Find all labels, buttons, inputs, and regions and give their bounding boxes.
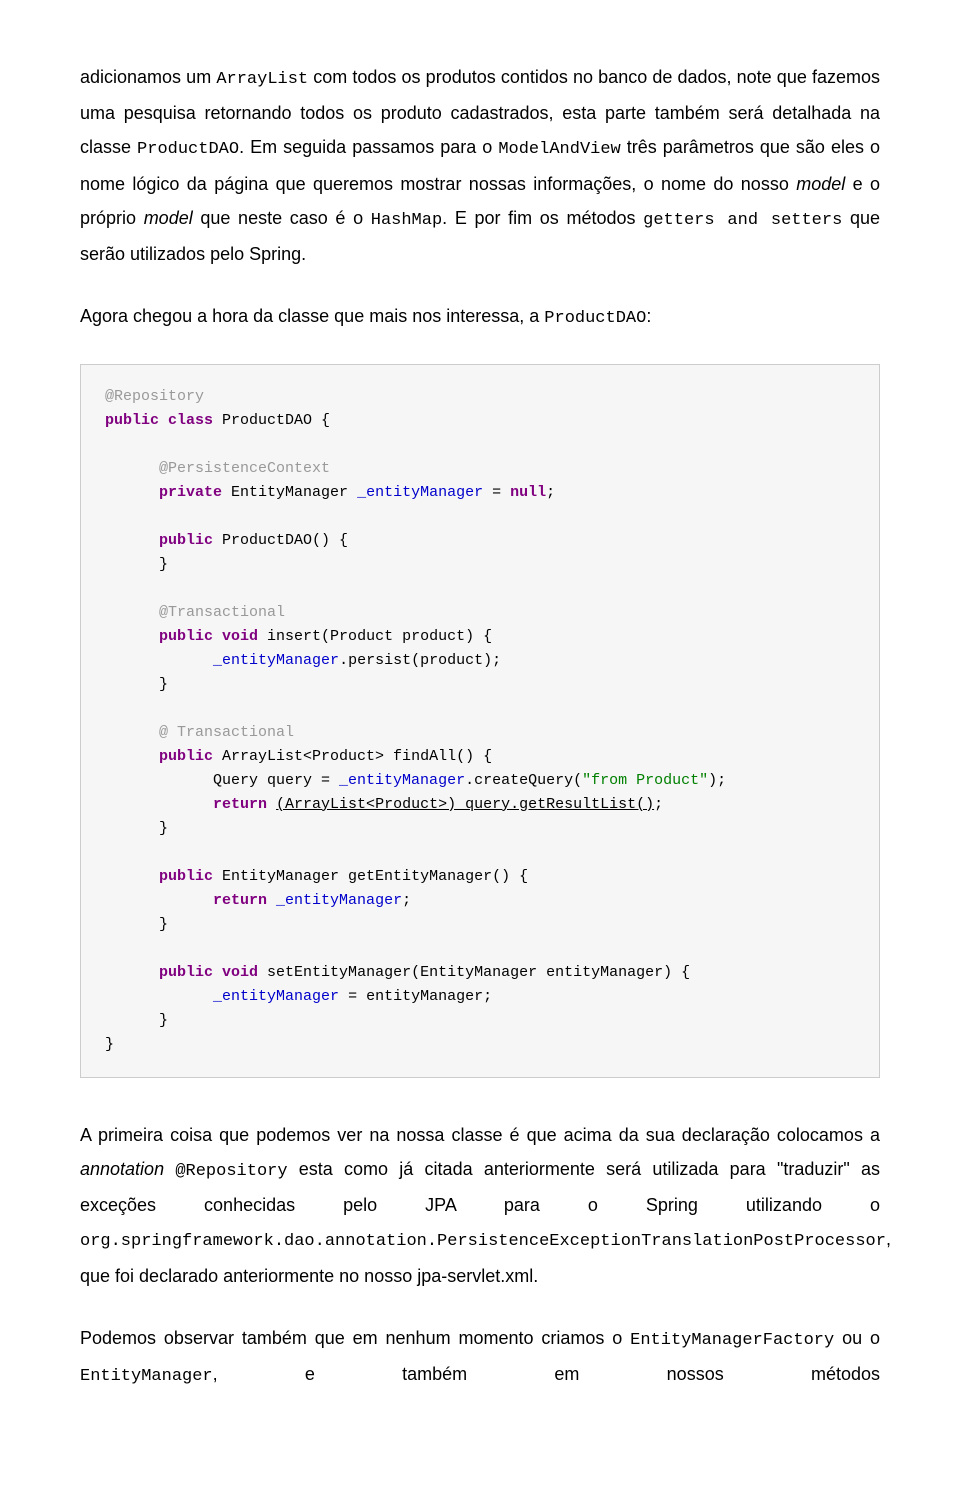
code-inline: HashMap: [371, 211, 442, 230]
code-field: _entityManager: [339, 772, 465, 789]
text: Podemos observar também que em nenhum mo…: [80, 1328, 630, 1348]
code-keyword: public: [105, 748, 213, 765]
code-text: }: [105, 1036, 114, 1053]
code-text: .createQuery(: [465, 772, 582, 789]
text: . E por fim os métodos: [442, 208, 643, 228]
code-text: setEntityManager(EntityManager entityMan…: [258, 964, 690, 981]
paragraph-2: Agora chegou a hora da classe que mais n…: [80, 299, 880, 335]
code-inline: EntityManager: [80, 1367, 213, 1386]
code-inline: getters and setters: [643, 211, 842, 230]
code-text: insert(Product product) {: [258, 628, 492, 645]
code-underlined: (ArrayList<Product>) query.getResultList…: [276, 796, 654, 813]
text: . Em seguida passamos para o: [239, 137, 498, 157]
code-annotation: @PersistenceContext: [105, 460, 330, 477]
code-text: [267, 796, 276, 813]
text: Agora chegou a hora da classe que mais n…: [80, 306, 544, 326]
code-text: );: [708, 772, 726, 789]
code-field: _entityManager: [276, 892, 402, 909]
code-annotation: @Repository: [105, 388, 204, 405]
code-keyword: private: [105, 484, 222, 501]
code-string: "from Product": [582, 772, 708, 789]
text: A primeira coisa que podemos ver na noss…: [80, 1125, 880, 1145]
text: ou o: [834, 1328, 880, 1348]
code-keyword: void: [213, 964, 258, 981]
code-keyword: public: [105, 964, 213, 981]
code-keyword: null: [510, 484, 546, 501]
code-text: [105, 988, 213, 1005]
code-field: _entityManager: [357, 484, 483, 501]
code-keyword: return: [105, 892, 267, 909]
code-inline: org.springframework.dao.annotation.Persi…: [80, 1232, 886, 1251]
code-text: }: [105, 1012, 168, 1029]
code-block-productdao: @Repository public class ProductDAO { @P…: [80, 364, 880, 1078]
italic-text: model: [144, 208, 193, 228]
code-keyword: public: [105, 532, 213, 549]
code-inline: EntityManagerFactory: [630, 1331, 834, 1350]
code-text: EntityManager: [222, 484, 357, 501]
text: que neste caso é o: [193, 208, 371, 228]
italic-text: annotation: [80, 1159, 164, 1179]
code-text: }: [105, 556, 168, 573]
code-keyword: return: [105, 796, 267, 813]
code-text: .persist(product);: [339, 652, 501, 669]
code-text: ;: [654, 796, 663, 813]
paragraph-1: adicionamos um ArrayList com todos os pr…: [80, 60, 880, 271]
code-annotation: @ Transactional: [105, 724, 294, 741]
code-keyword: class: [159, 412, 213, 429]
code-text: ;: [546, 484, 555, 501]
code-keyword: public: [105, 412, 159, 429]
code-keyword: void: [213, 628, 258, 645]
paragraph-4: Podemos observar também que em nenhum mo…: [80, 1321, 880, 1394]
code-text: ;: [402, 892, 411, 909]
code-keyword: public: [105, 868, 213, 885]
code-keyword: public: [105, 628, 213, 645]
code-field: _entityManager: [213, 652, 339, 669]
code-text: }: [105, 676, 168, 693]
code-inline: @Repository: [175, 1162, 287, 1181]
code-text: Query query =: [105, 772, 339, 789]
text: adicionamos um: [80, 67, 216, 87]
code-text: EntityManager getEntityManager() {: [213, 868, 528, 885]
italic-text: model: [796, 174, 845, 194]
code-text: = entityManager;: [339, 988, 492, 1005]
code-text: ProductDAO {: [213, 412, 330, 429]
text: , e também em nossos métodos: [213, 1364, 880, 1384]
code-text: [105, 652, 213, 669]
code-text: =: [483, 484, 510, 501]
code-inline: ProductDAO: [137, 140, 239, 159]
code-field: _entityManager: [213, 988, 339, 1005]
code-inline: ProductDAO: [544, 309, 646, 328]
text: :: [646, 306, 651, 326]
code-inline: ModelAndView: [498, 140, 620, 159]
code-text: }: [105, 916, 168, 933]
code-text: [267, 892, 276, 909]
code-text: ArrayList<Product> findAll() {: [213, 748, 492, 765]
paragraph-3: A primeira coisa que podemos ver na noss…: [80, 1118, 880, 1293]
code-text: }: [105, 820, 168, 837]
code-text: ProductDAO() {: [213, 532, 348, 549]
code-annotation: @Transactional: [105, 604, 285, 621]
code-inline: ArrayList: [216, 70, 308, 89]
text: [164, 1159, 175, 1179]
